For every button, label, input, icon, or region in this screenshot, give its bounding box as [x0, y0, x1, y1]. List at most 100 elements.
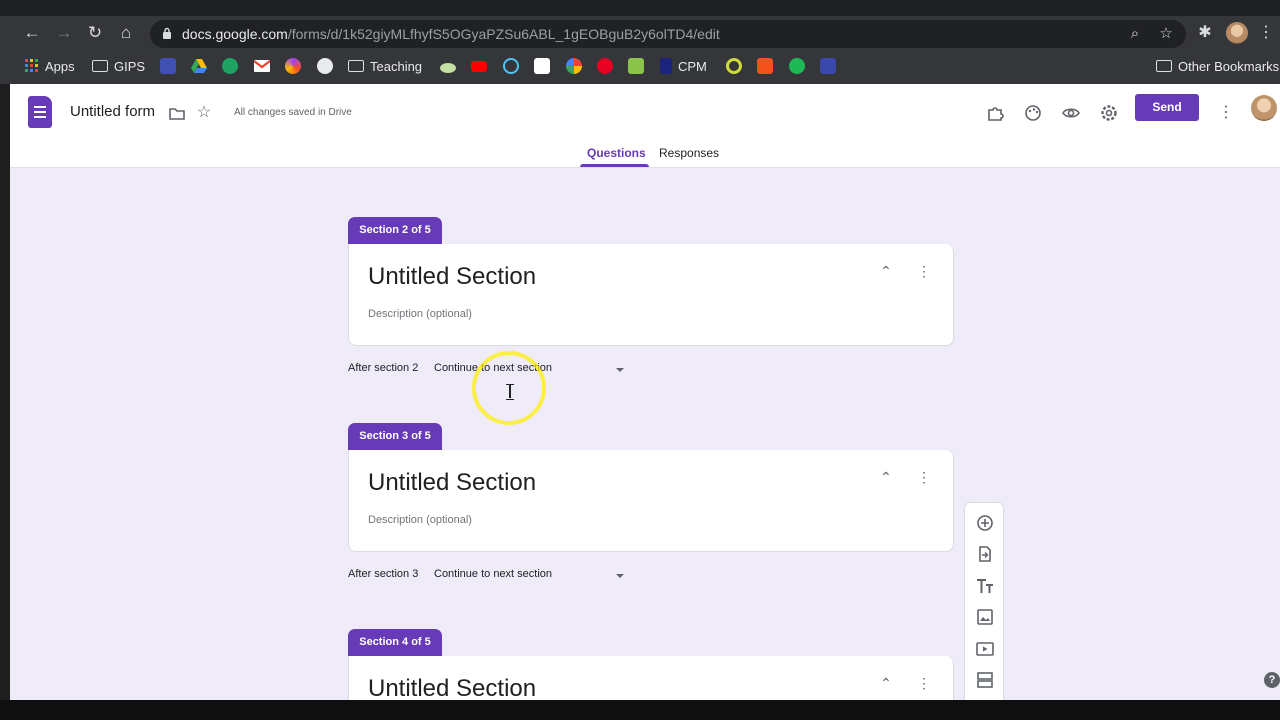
home-icon[interactable]: ⌂: [115, 22, 137, 44]
section-title[interactable]: Untitled Section: [368, 263, 536, 291]
app-icon: [285, 58, 301, 74]
amazon-icon: [534, 58, 550, 74]
extensions-puzzle-icon[interactable]: ✱: [1194, 22, 1216, 44]
spotify-icon: [789, 58, 805, 74]
browser-toolbar: ← → ↻ ⌂ docs.google.com/forms/d/1k52giyM…: [0, 16, 1280, 84]
classroom-icon: [160, 58, 176, 74]
bookmark-app[interactable]: [628, 56, 644, 76]
section-title[interactable]: Untitled Section: [368, 469, 536, 497]
back-icon[interactable]: ←: [21, 22, 43, 44]
bookmark-google[interactable]: [566, 56, 582, 76]
window-edge: [0, 84, 10, 700]
bookmark-app[interactable]: [503, 56, 519, 76]
bookmark-other[interactable]: Other Bookmarks: [1156, 56, 1279, 76]
after-section-label: After section 2: [348, 362, 419, 374]
bookmark-globe[interactable]: [317, 56, 333, 76]
settings-gear-icon[interactable]: [1098, 102, 1120, 124]
folder-icon: [1156, 60, 1172, 72]
collapse-section-icon[interactable]: ⌃: [877, 262, 895, 280]
addons-puzzle-icon[interactable]: [984, 102, 1006, 124]
app-icon: [628, 58, 644, 74]
collapse-section-icon[interactable]: ⌃: [877, 468, 895, 486]
cpm-icon: [660, 58, 672, 74]
reload-icon[interactable]: ↻: [84, 22, 106, 44]
lock-icon: [163, 27, 171, 39]
bookmark-teaching[interactable]: Teaching: [348, 56, 422, 76]
search-icon[interactable]: ⌕: [1126, 25, 1144, 43]
bookmark-spotify[interactable]: [789, 56, 805, 76]
section-card[interactable]: Untitled Section Description (optional) …: [348, 450, 954, 552]
send-button[interactable]: Send: [1135, 94, 1199, 121]
section-description[interactable]: Description (optional): [368, 514, 472, 526]
section-more-icon[interactable]: ⋮: [915, 674, 933, 692]
section-card[interactable]: Untitled Section Description (optional) …: [348, 244, 954, 346]
bookmark-gmail[interactable]: [254, 56, 270, 76]
bookmark-drive[interactable]: [191, 56, 207, 76]
more-options-icon[interactable]: ⋮: [1215, 102, 1237, 124]
folder-icon: [92, 60, 108, 72]
bookmark-app[interactable]: [222, 56, 238, 76]
globe-icon: [317, 58, 333, 74]
section-badge: Section 4 of 5: [348, 629, 442, 656]
user-avatar[interactable]: [1251, 95, 1277, 121]
forward-icon[interactable]: →: [53, 22, 75, 44]
google-icon: [566, 58, 582, 74]
help-icon[interactable]: ?: [1264, 672, 1280, 688]
add-question-icon[interactable]: [975, 513, 995, 533]
move-to-folder-icon[interactable]: [166, 102, 188, 124]
bookmark-apps[interactable]: Apps: [25, 56, 75, 76]
active-tab-indicator: [580, 164, 649, 167]
bookmark-app[interactable]: [440, 56, 456, 76]
bookmark-classroom[interactable]: [160, 56, 176, 76]
app-icon: [503, 58, 519, 74]
text-cursor-icon: [506, 384, 514, 400]
bookmark-app[interactable]: [285, 56, 301, 76]
bookmarks-bar: Apps GIPS Teaching CPM Other Bookmarks: [0, 52, 1280, 80]
gmail-icon: [254, 60, 270, 72]
section-description[interactable]: Description (optional): [368, 308, 472, 320]
palette-icon[interactable]: [1022, 102, 1044, 124]
folder-icon: [348, 60, 364, 72]
dropdown-caret-icon[interactable]: [616, 574, 624, 578]
floating-toolbar: [964, 502, 1004, 700]
import-questions-icon[interactable]: [975, 544, 995, 564]
star-icon[interactable]: ☆: [193, 102, 215, 124]
forms-header: Untitled form ☆ All changes saved in Dri…: [10, 84, 1280, 168]
tab-responses[interactable]: Responses: [659, 146, 719, 160]
section-more-icon[interactable]: ⋮: [915, 262, 933, 280]
bookmark-pinterest[interactable]: [597, 56, 613, 76]
app-icon: [757, 58, 773, 74]
forms-page: Untitled form ☆ All changes saved in Dri…: [10, 84, 1280, 700]
bookmark-amazon[interactable]: [534, 56, 550, 76]
tab-questions[interactable]: Questions: [587, 146, 646, 160]
add-section-icon[interactable]: [975, 670, 995, 690]
add-image-icon[interactable]: [975, 607, 995, 627]
bookmark-youtube[interactable]: [471, 56, 487, 76]
add-video-icon[interactable]: [975, 639, 995, 659]
star-icon[interactable]: ☆: [1157, 25, 1175, 43]
bookmark-app[interactable]: [820, 56, 836, 76]
section-card[interactable]: Untitled Section ⌃ ⋮: [348, 656, 954, 700]
apps-grid-icon: [25, 59, 38, 72]
bookmark-gips[interactable]: GIPS: [92, 56, 145, 76]
after-section-dropdown[interactable]: Continue to next section: [434, 568, 552, 580]
profile-avatar[interactable]: [1226, 22, 1248, 44]
after-section-label: After section 3: [348, 568, 419, 580]
section-title[interactable]: Untitled Section: [368, 675, 536, 700]
bookmark-app[interactable]: [726, 56, 742, 76]
collapse-section-icon[interactable]: ⌃: [877, 674, 895, 692]
bookmark-app[interactable]: [757, 56, 773, 76]
bookmark-cpm[interactable]: CPM: [660, 56, 707, 76]
dropdown-caret-icon[interactable]: [616, 368, 624, 372]
section-more-icon[interactable]: ⋮: [915, 468, 933, 486]
app-icon: [820, 58, 836, 74]
browser-menu-icon[interactable]: ⋮: [1258, 22, 1274, 44]
save-status: All changes saved in Drive: [234, 107, 352, 118]
app-icon: [222, 58, 238, 74]
address-bar[interactable]: docs.google.com/forms/d/1k52giyMLfhyfS5O…: [150, 20, 1186, 48]
form-title[interactable]: Untitled form: [70, 103, 155, 120]
preview-eye-icon[interactable]: [1060, 102, 1082, 124]
window-top-bar: [0, 0, 1280, 16]
forms-logo-icon[interactable]: [28, 96, 52, 128]
add-title-icon[interactable]: [975, 576, 995, 596]
